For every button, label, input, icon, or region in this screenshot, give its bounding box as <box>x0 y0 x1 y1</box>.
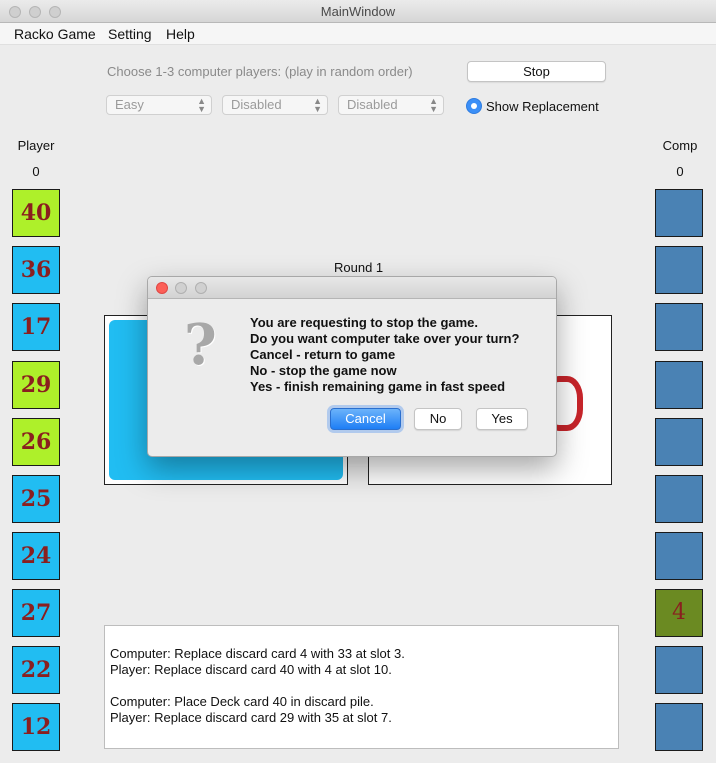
cancel-button[interactable]: Cancel <box>330 408 401 430</box>
computer-card-slot-8: 4 <box>655 589 703 637</box>
menu-racko-game[interactable]: Racko Game <box>14 26 96 42</box>
stop-button[interactable]: Stop <box>467 61 606 82</box>
computer-card-slot-1 <box>655 189 703 237</box>
close-icon[interactable] <box>156 282 168 294</box>
chevron-up-down-icon: ▲ ▼ <box>313 96 322 114</box>
dialog-message: You are requesting to stop the game. Do … <box>250 315 519 395</box>
player-card-slot-2[interactable]: 36 <box>12 246 60 294</box>
dialog-message-line: No - stop the game now <box>250 363 397 378</box>
computer-card-slot-10 <box>655 703 703 751</box>
player-card-slot-4[interactable]: 29 <box>12 361 60 409</box>
log-line: Computer: Replace discard card 4 with 33… <box>110 646 405 661</box>
computer-card-slot-3 <box>655 303 703 351</box>
chevron-up-down-icon: ▲ ▼ <box>429 96 438 114</box>
log-line: Player: Replace discard card 29 with 35 … <box>110 710 392 725</box>
question-mark-icon: ? <box>184 312 217 378</box>
select-value: Disabled <box>231 97 282 112</box>
computer-3-level-select[interactable]: Disabled ▲ ▼ <box>338 95 444 115</box>
show-replacement-label[interactable]: Show Replacement <box>486 99 599 114</box>
menu-bar: Racko Game Setting Help <box>0 23 716 45</box>
select-value: Easy <box>115 97 144 112</box>
game-log: Computer: Replace discard card 4 with 33… <box>104 625 619 749</box>
show-replacement-radio[interactable] <box>466 98 482 114</box>
computer-score: 0 <box>676 164 684 179</box>
player-card-slot-9[interactable]: 22 <box>12 646 60 694</box>
player-label: Player <box>17 138 55 153</box>
dialog-titlebar <box>148 277 556 299</box>
log-line: Player: Replace discard card 40 with 4 a… <box>110 662 392 677</box>
player-card-slot-3[interactable]: 17 <box>12 303 60 351</box>
computer-players-hint: Choose 1-3 computer players: (play in ra… <box>107 64 413 79</box>
computer-card-slot-4 <box>655 361 703 409</box>
zoom-icon <box>195 282 207 294</box>
player-card-slot-5[interactable]: 26 <box>12 418 60 466</box>
computer-card-slot-6 <box>655 475 703 523</box>
window-title: MainWindow <box>320 4 396 19</box>
yes-button[interactable]: Yes <box>476 408 528 430</box>
log-line: Computer: Place Deck card 40 in discard … <box>110 694 374 709</box>
player-card-slot-10[interactable]: 12 <box>12 703 60 751</box>
menu-help[interactable]: Help <box>166 26 195 42</box>
player-card-slot-1[interactable]: 40 <box>12 189 60 237</box>
player-card-slot-7[interactable]: 24 <box>12 532 60 580</box>
computer-card-slot-5 <box>655 418 703 466</box>
dialog-message-line: Cancel - return to game <box>250 347 396 362</box>
player-card-slot-6[interactable]: 25 <box>12 475 60 523</box>
player-card-slot-8[interactable]: 27 <box>12 589 60 637</box>
player-score: 0 <box>32 164 40 179</box>
round-label: Round 1 <box>334 260 384 275</box>
computer-card-slot-9 <box>655 646 703 694</box>
dialog-message-line: Yes - finish remaining game in fast spee… <box>250 379 506 394</box>
menu-setting[interactable]: Setting <box>108 26 152 42</box>
computer-card-slot-2 <box>655 246 703 294</box>
dialog-message-line: Do you want computer take over your turn… <box>250 331 520 346</box>
window-titlebar: MainWindow <box>0 0 716 23</box>
computer-2-level-select[interactable]: Disabled ▲ ▼ <box>222 95 328 115</box>
dialog-message-line: You are requesting to stop the game. <box>250 315 479 330</box>
computer-label: Comp <box>662 138 698 153</box>
select-value: Disabled <box>347 97 398 112</box>
minimize-icon <box>175 282 187 294</box>
computer-card-slot-7 <box>655 532 703 580</box>
no-button[interactable]: No <box>414 408 462 430</box>
stop-game-dialog: ? You are requesting to stop the game. D… <box>147 276 557 457</box>
chevron-up-down-icon: ▲ ▼ <box>197 96 206 114</box>
computer-1-level-select[interactable]: Easy ▲ ▼ <box>106 95 212 115</box>
